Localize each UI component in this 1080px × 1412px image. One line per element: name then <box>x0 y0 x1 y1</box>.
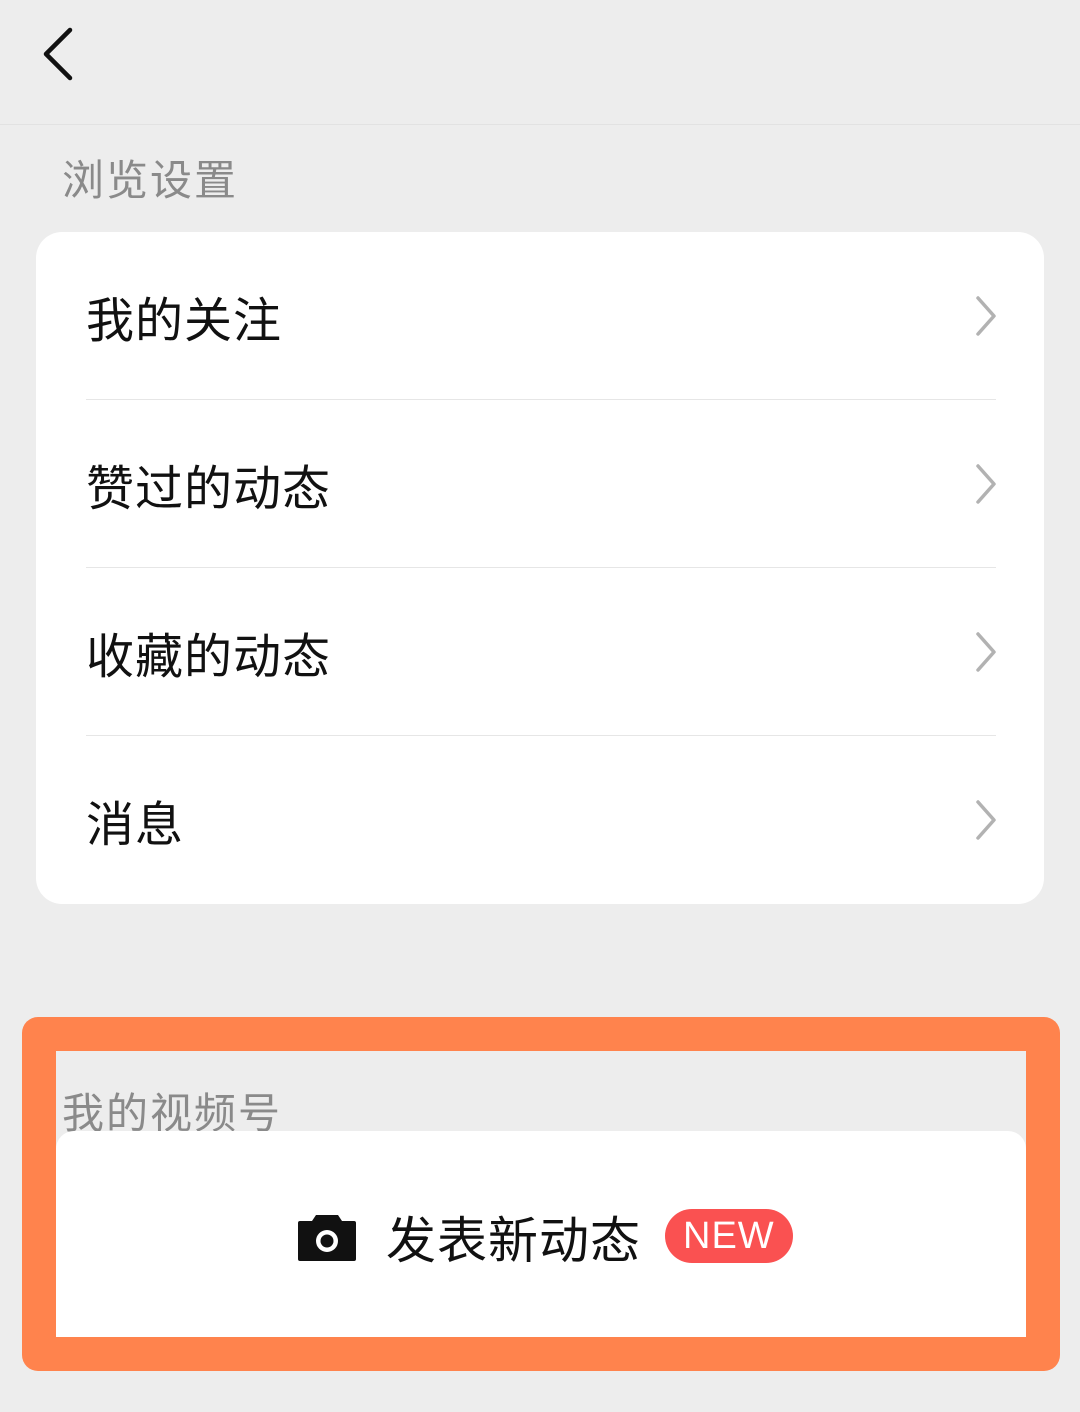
chevron-right-icon <box>976 800 996 840</box>
back-button[interactable] <box>28 20 92 88</box>
section-title-browse-settings: 浏览设置 <box>62 156 239 205</box>
top-bar <box>0 0 1080 125</box>
channels-section: 我的视频号 发表新动态 NEW <box>56 1051 1026 1337</box>
list-item-my-follows[interactable]: 我的关注 <box>36 232 1044 400</box>
chevron-right-icon <box>976 464 996 504</box>
highlight-frame: 我的视频号 发表新动态 NEW <box>22 1017 1060 1371</box>
chevron-right-icon <box>976 296 996 336</box>
list-item-liked-posts[interactable]: 赞过的动态 <box>36 400 1044 568</box>
list-item-label: 赞过的动态 <box>86 461 332 517</box>
chevron-right-icon <box>976 632 996 672</box>
post-button-label: 发表新动态 <box>386 1212 641 1270</box>
list-item-saved-posts[interactable]: 收藏的动态 <box>36 568 1044 736</box>
section-title-my-channels: 我的视频号 <box>62 1089 283 1138</box>
chevron-left-icon <box>43 27 73 81</box>
post-new-moment-button[interactable]: 发表新动态 NEW <box>56 1131 1026 1337</box>
list-item-label: 消息 <box>86 797 185 853</box>
new-badge: NEW <box>665 1209 793 1263</box>
camera-icon <box>298 1215 356 1261</box>
list-item-label: 收藏的动态 <box>86 629 332 685</box>
post-button-content: 发表新动态 NEW <box>296 1131 793 1337</box>
list-item-messages[interactable]: 消息 <box>36 736 1044 904</box>
browse-settings-card: 我的关注 赞过的动态 收藏的动态 消息 <box>36 232 1044 904</box>
list-item-label: 我的关注 <box>86 293 283 349</box>
